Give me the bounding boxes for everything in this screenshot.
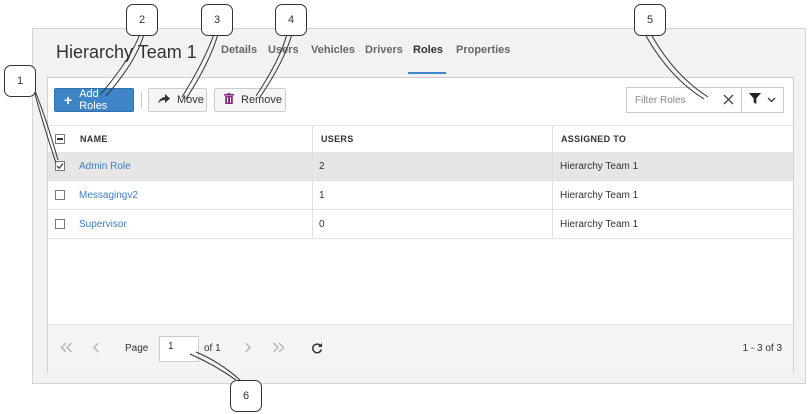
callout-marker: 4 [275, 4, 307, 36]
callout-marker: 2 [126, 4, 158, 36]
callout-marker: 5 [634, 4, 666, 36]
callout-lines [31, 33, 709, 381]
callout-marker: 3 [201, 4, 233, 36]
callout-marker: 1 [4, 65, 36, 97]
callout-marker: 6 [230, 380, 262, 412]
